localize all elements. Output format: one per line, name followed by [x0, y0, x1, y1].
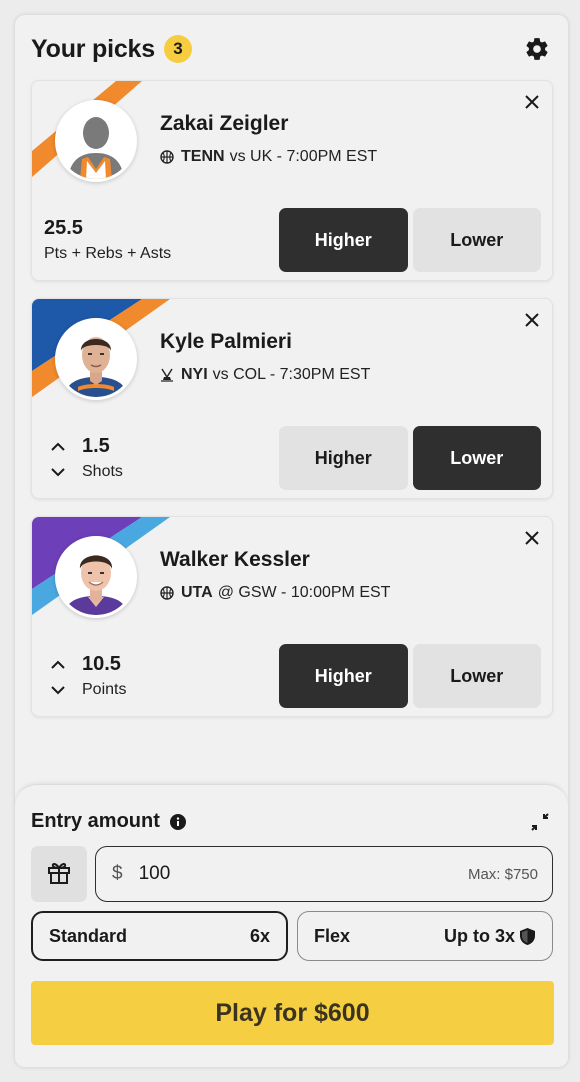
- lower-button[interactable]: Lower: [412, 644, 541, 708]
- standard-label: Standard: [49, 925, 128, 946]
- projection-stat: Pts + Rebs + Asts: [44, 245, 172, 262]
- gear-icon[interactable]: [522, 34, 552, 64]
- projection: 25.5 Pts + Rebs + Asts: [44, 217, 171, 263]
- close-icon[interactable]: [521, 309, 543, 331]
- entry-sheet: Entry amount $ Max: $750 Standard 6x Fle…: [15, 784, 568, 1067]
- shield-icon: [519, 927, 536, 946]
- game-info: UTA @ GSW - 10:00PM EST: [160, 584, 390, 602]
- higher-lower-toggle: Higher Lower: [279, 426, 541, 490]
- team-code: TENN: [181, 148, 225, 165]
- entry-amount-input[interactable]: [138, 863, 339, 885]
- gift-icon: [46, 859, 72, 890]
- matchup-text: @ GSW - 10:00PM EST: [217, 584, 391, 601]
- team-code: NYI: [181, 366, 208, 383]
- line-adjust-arrows: [50, 657, 66, 697]
- matchup-text: vs COL - 7:30PM EST: [212, 366, 371, 383]
- picks-count-badge: 3: [163, 35, 192, 63]
- higher-lower-toggle: Higher Lower: [279, 208, 541, 272]
- chevron-down-icon[interactable]: [50, 465, 66, 479]
- max-amount-hint: Max: $750: [467, 865, 538, 883]
- close-icon[interactable]: [521, 91, 543, 113]
- game-info: TENN vs UK - 7:00PM EST: [160, 148, 377, 166]
- standard-multiplier: 6x: [249, 925, 270, 946]
- flex-label: Flex: [314, 925, 351, 946]
- page-title: Your picks: [31, 34, 155, 63]
- chevron-up-icon[interactable]: [50, 657, 66, 671]
- hockey-icon: [160, 368, 174, 382]
- higher-lower-toggle: Higher Lower: [279, 644, 541, 708]
- projection: 10.5 Points: [82, 653, 126, 699]
- projection-stat: Points: [82, 681, 127, 698]
- projection: 1.5 Shots: [82, 435, 123, 481]
- flex-multiplier-wrap: Up to 3x: [444, 926, 536, 947]
- chevron-up-icon[interactable]: [50, 439, 66, 453]
- higher-button[interactable]: Higher: [279, 644, 408, 708]
- higher-button[interactable]: Higher: [279, 208, 408, 272]
- standard-mode-option[interactable]: Standard 6x: [31, 911, 288, 961]
- play-button[interactable]: Play for $600: [31, 981, 554, 1045]
- flex-multiplier: Up to 3x: [443, 925, 515, 946]
- picks-panel: Your picks 3 Zakai Zeigler TENN vs UK -: [15, 15, 568, 1067]
- higher-button[interactable]: Higher: [279, 426, 408, 490]
- info-icon[interactable]: [169, 813, 186, 830]
- currency-symbol: $: [112, 863, 123, 884]
- player-avatar: [55, 318, 137, 400]
- projection-value: 10.5: [82, 653, 121, 675]
- line-adjust-arrows: [50, 439, 66, 479]
- player-name: Kyle Palmieri: [160, 330, 292, 353]
- matchup-text: vs UK - 7:00PM EST: [229, 148, 378, 165]
- projection-value: 25.5: [44, 217, 83, 239]
- entry-title: Entry amount: [31, 810, 186, 833]
- gift-button[interactable]: [31, 846, 87, 902]
- basketball-icon: [160, 150, 174, 164]
- player-avatar: [55, 536, 137, 618]
- team-code: UTA: [181, 584, 213, 601]
- collapse-icon[interactable]: [528, 810, 552, 834]
- lower-button[interactable]: Lower: [412, 208, 541, 272]
- entry-amount-field[interactable]: $ Max: $750: [95, 846, 553, 902]
- picks-header: Your picks 3: [31, 33, 552, 65]
- chevron-down-icon[interactable]: [50, 683, 66, 697]
- pick-card: Kyle Palmieri NYI vs COL - 7:30PM EST 1.…: [31, 298, 553, 499]
- game-info: NYI vs COL - 7:30PM EST: [160, 366, 370, 384]
- pick-card: Zakai Zeigler TENN vs UK - 7:00PM EST 25…: [31, 80, 553, 281]
- close-icon[interactable]: [521, 527, 543, 549]
- basketball-icon: [160, 586, 174, 600]
- player-avatar: [55, 100, 137, 182]
- entry-title-label: Entry amount: [31, 810, 160, 832]
- projection-stat: Shots: [82, 463, 123, 480]
- projection-value: 1.5: [82, 435, 110, 457]
- pick-card: Walker Kessler UTA @ GSW - 10:00PM EST 1…: [31, 516, 553, 717]
- lower-button[interactable]: Lower: [412, 426, 541, 490]
- player-name: Walker Kessler: [160, 548, 310, 571]
- player-name: Zakai Zeigler: [160, 112, 289, 135]
- flex-mode-option[interactable]: Flex Up to 3x: [297, 911, 553, 961]
